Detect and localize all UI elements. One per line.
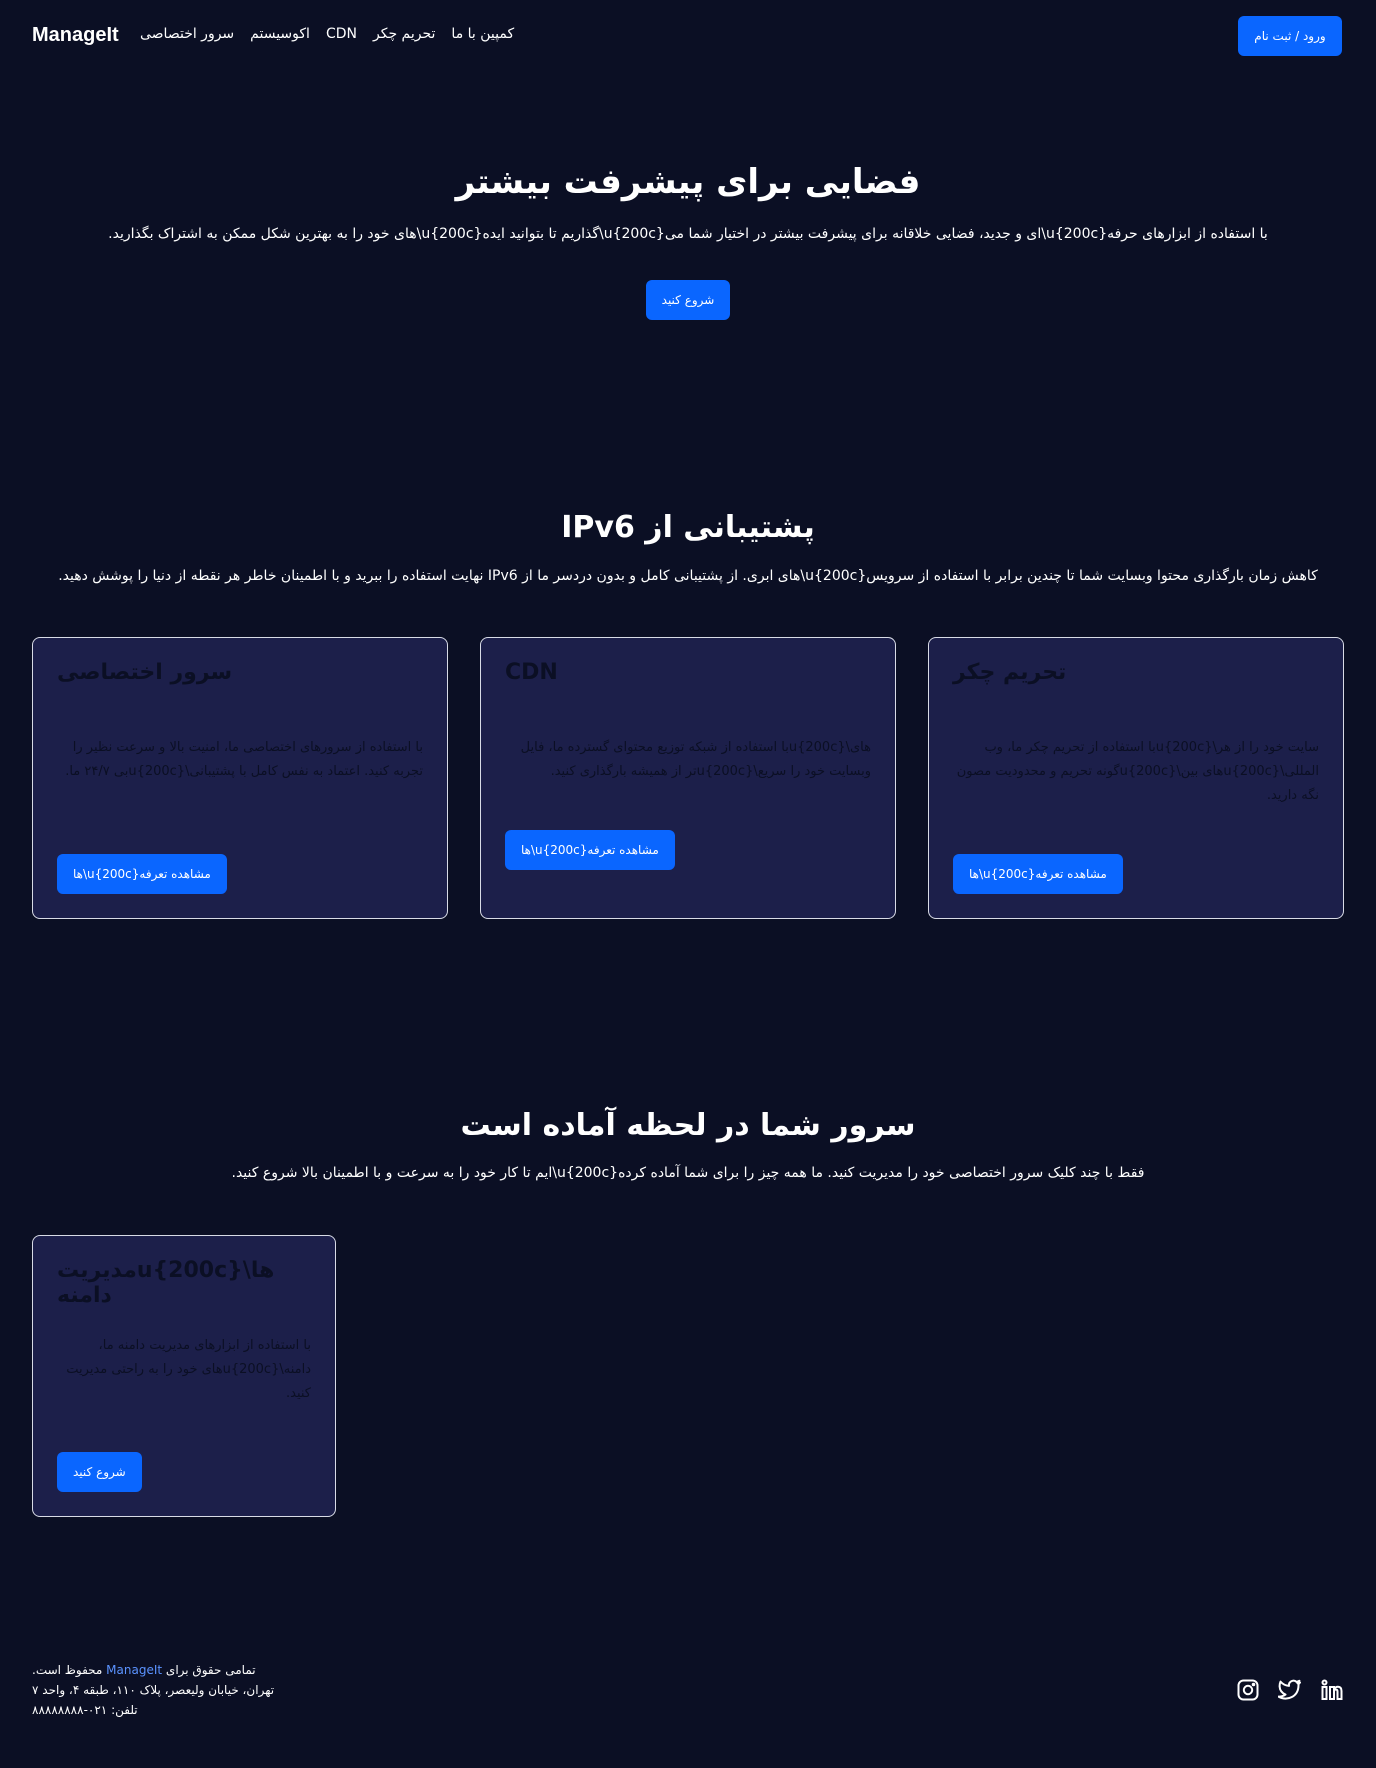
view-pricing-button[interactable]: ها\u{200c}مشاهده تعرفه [953, 854, 1123, 894]
card-description: سایت خود را از هر\u{200c}با استفاده از ت… [956, 740, 1319, 803]
instagram-icon[interactable] [1236, 1678, 1260, 1702]
view-pricing-button[interactable]: ها\u{200c}مشاهده تعرفه [57, 854, 227, 894]
card-title: CDN [505, 660, 558, 685]
hero-subtitle: .های خود را به بهترین شکل ممکن به اشتراک… [108, 226, 1268, 242]
social-links [1236, 1678, 1344, 1702]
card-description: های\u{200c}با استفاده از شبکه توزیع محتو… [520, 740, 871, 779]
footer-phone: تلفن: ۰۲۱-۸۸۸۸۸۸۸۸ [32, 1703, 138, 1717]
ipv6-section-title: IPv6 پشتیبانی از [561, 510, 815, 545]
card-dedicated-server: سرور اختصاصی با استفاده از سرورهای اختصا… [32, 637, 448, 919]
card-sanction-checker: تحریم چکر سایت خود را از هر\u{200c}با اس… [928, 637, 1344, 919]
server-section-subtitle: .ایم تا کار خود را به سرعت و با اطمینان … [231, 1165, 1145, 1181]
card-domain-management: ها\u{200c}مدیریت دامنه با استفاده از ابز… [32, 1235, 336, 1517]
nav-link-ecosystem[interactable]: اکوسیستم [250, 26, 310, 42]
linkedin-icon[interactable] [1320, 1678, 1344, 1702]
nav-link-sanction-checker[interactable]: تحریم چکر [373, 26, 435, 42]
nav-link-cdn[interactable]: CDN [326, 26, 357, 42]
card-cdn: CDN های\u{200c}با استفاده از شبکه توزیع … [480, 637, 896, 919]
rights-prefix: تمامی حقوق برای [165, 1663, 256, 1677]
login-register-button[interactable]: ورود / ثبت نام [1238, 16, 1342, 56]
card-description: با استفاده از ابزارهای مدیریت دامنه ما، … [66, 1338, 311, 1401]
nav-links: سرور اختصاصی اکوسیستم CDN تحریم چکر کمپی… [140, 26, 514, 42]
footer-info: تمامی حقوق برای ManageIt محفوظ است. تهرا… [32, 1660, 274, 1720]
rights-brand-link[interactable]: ManageIt [106, 1663, 162, 1677]
card-title: سرور اختصاصی [57, 660, 233, 685]
nav-link-dedicated-server[interactable]: سرور اختصاصی [140, 26, 234, 42]
twitter-icon[interactable] [1277, 1678, 1302, 1702]
card-title: تحریم چکر [953, 660, 1067, 685]
card-description: با استفاده از سرورهای اختصاصی ما، امنیت … [65, 740, 423, 779]
server-section-title: سرور شما در لحظه آماده است [460, 1108, 916, 1143]
start-button[interactable]: شروع کنید [57, 1452, 142, 1492]
rights-suffix: محفوظ است. [32, 1663, 103, 1677]
card-title: ها\u{200c}مدیریت دامنه [57, 1258, 275, 1308]
ipv6-section-subtitle: .نهایت استفاده را ببرید و با اطمینان خاط… [58, 568, 1318, 584]
brand-logo[interactable]: ManageIt [32, 24, 119, 47]
view-pricing-button[interactable]: ها\u{200c}مشاهده تعرفه [505, 830, 675, 870]
hero-start-button[interactable]: شروع کنید [646, 280, 730, 320]
footer-address: تهران، خیابان ولیعصر، پلاک ۱۱۰، طبقه ۴، … [32, 1683, 275, 1697]
footer-rights: تمامی حقوق برای ManageIt محفوظ است. [32, 1660, 274, 1680]
nav-link-campaign[interactable]: کمپین با ما [451, 26, 514, 42]
hero-title: فضایی برای پیشرفت بیشتر [455, 162, 921, 202]
top-nav: ManageIt سرور اختصاصی اکوسیستم CDN تحریم… [0, 0, 1376, 72]
